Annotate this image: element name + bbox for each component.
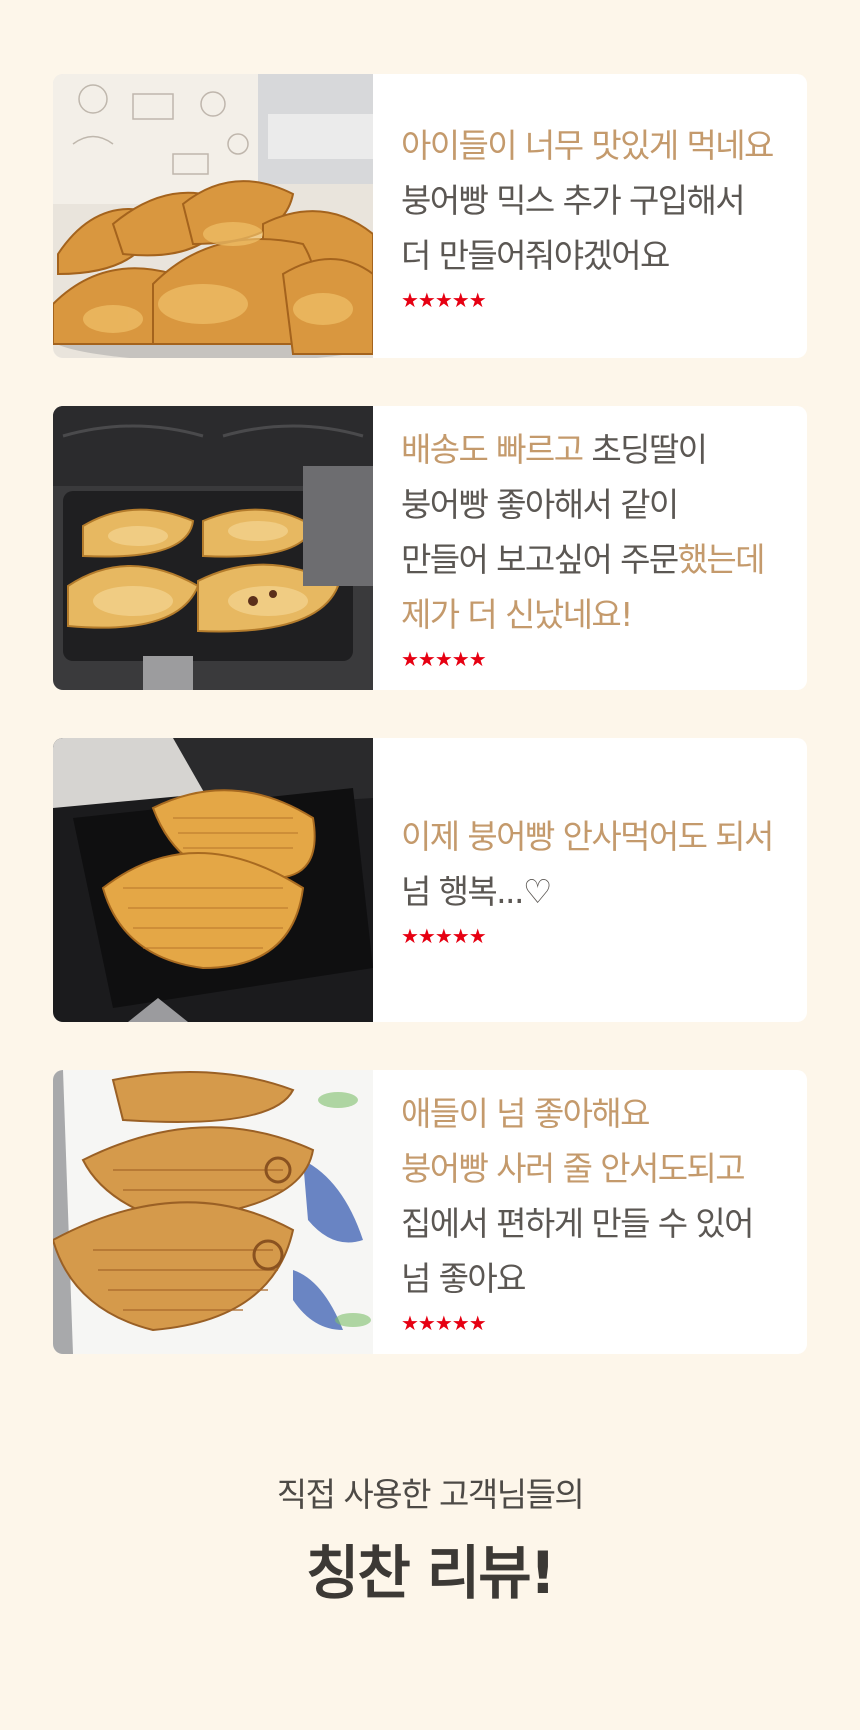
review-card: 이제 붕어빵 안사먹어도 되서 넘 행복...♡ ★★★★★	[53, 738, 807, 1022]
review-plain-text: 붕어빵 믹스 추가 구입해서	[401, 180, 746, 220]
review-text: 배송도 빠르고 초딩딸이 붕어빵 좋아해서 같이 만들어 보고싶어 주문했는데 …	[401, 406, 795, 690]
review-line: 배송도 빠르고 초딩딸이	[401, 422, 795, 477]
taiyaki-basket-photo	[53, 74, 373, 358]
review-card: 아이들이 너무 맛있게 먹네요 붕어빵 믹스 추가 구입해서 더 만들어줘야겠어…	[53, 74, 807, 358]
star-rating: ★★★★★	[401, 924, 487, 948]
review-highlight-text: 붕어빵 사러 줄 안서도되고	[401, 1149, 746, 1188]
section-heading: 직접 사용한 고객님들의 칭찬 리뷰!	[0, 1468, 860, 1618]
review-highlight-text: 제가 더 신났네요!	[401, 595, 633, 634]
review-card: 배송도 빠르고 초딩딸이 붕어빵 좋아해서 같이 만들어 보고싶어 주문했는데 …	[53, 406, 807, 690]
review-line: 더 만들어줘야겠어요	[401, 228, 795, 283]
review-text: 아이들이 너무 맛있게 먹네요 붕어빵 믹스 추가 구입해서 더 만들어줘야겠어…	[401, 74, 795, 358]
taiyaki-mold-photo	[53, 738, 373, 1022]
review-list: 아이들이 너무 맛있게 먹네요 붕어빵 믹스 추가 구입해서 더 만들어줘야겠어…	[53, 74, 807, 1354]
heading-subtitle: 직접 사용한 고객님들의	[276, 1475, 585, 1514]
review-plain-text: 더 만들어줘야겠어요	[401, 235, 670, 275]
review-text: 이제 붕어빵 안사먹어도 되서 넘 행복...♡ ★★★★★	[401, 738, 795, 1022]
review-line: 애들이 넘 좋아해요	[401, 1086, 795, 1141]
star-rating: ★★★★★	[401, 1311, 487, 1335]
review-highlight-text: 했는데	[677, 540, 766, 579]
review-line: 붕어빵 믹스 추가 구입해서	[401, 173, 795, 228]
review-highlight-text: 애들이 넘 좋아해요	[401, 1094, 650, 1133]
review-highlight-text: 배송도 빠르고	[401, 430, 584, 469]
review-text: 애들이 넘 좋아해요 붕어빵 사러 줄 안서도되고 집에서 편하게 만들 수 있…	[401, 1070, 795, 1354]
review-line: 아이들이 너무 맛있게 먹네요	[401, 118, 795, 173]
star-rating: ★★★★★	[401, 287, 487, 312]
heading-title: 칭찬 리뷰!	[305, 1539, 556, 1607]
taiyaki-plate-photo	[53, 1070, 373, 1354]
review-plain-text: 넘 좋아요	[401, 1259, 527, 1298]
review-line: 붕어빵 사러 줄 안서도되고	[401, 1141, 795, 1196]
review-plain-text: 집에서 편하게 만들 수 있어	[401, 1204, 755, 1243]
review-line: 넘 행복...♡	[401, 864, 795, 919]
review-line: 집에서 편하게 만들 수 있어	[401, 1196, 795, 1251]
review-line: 만들어 보고싶어 주문했는데	[401, 532, 795, 587]
review-line: 제가 더 신났네요!	[401, 587, 795, 642]
review-highlight-text: 이제 붕어빵 안사먹어도 되서	[401, 817, 774, 856]
review-card: 애들이 넘 좋아해요 붕어빵 사러 줄 안서도되고 집에서 편하게 만들 수 있…	[53, 1070, 807, 1354]
taiyaki-pan-photo	[53, 406, 373, 690]
review-plain-text: 만들어 보고싶어 주문	[401, 540, 679, 579]
review-line: 붕어빵 좋아해서 같이	[401, 477, 795, 532]
star-rating: ★★★★★	[401, 647, 487, 671]
review-plain-text: 초딩딸이	[582, 430, 708, 469]
review-plain-text: 넘 행복...♡	[401, 872, 552, 911]
review-line: 이제 붕어빵 안사먹어도 되서	[401, 809, 795, 864]
review-highlight-text: 아이들이 너무 맛있게 먹네요	[401, 125, 774, 165]
review-plain-text: 붕어빵 좋아해서 같이	[401, 485, 679, 524]
review-line: 넘 좋아요	[401, 1251, 795, 1306]
